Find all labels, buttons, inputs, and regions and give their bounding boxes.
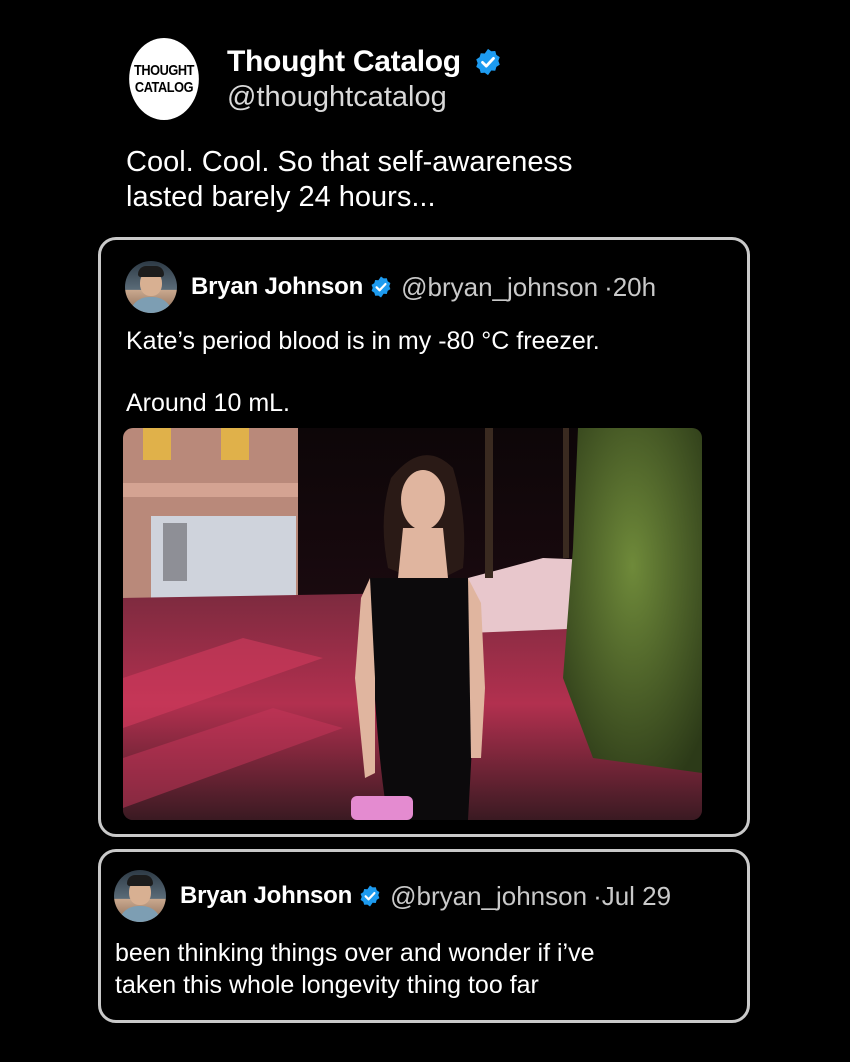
author-names: Thought Catalog @thoughtcatalog <box>227 45 503 114</box>
photo-scene <box>123 428 702 820</box>
quoted-timestamp[interactable]: ·20h <box>604 272 656 303</box>
post-text-line1: Cool. Cool. So that self-awareness <box>126 146 573 178</box>
quoted-tweet-header: Bryan Johnson @bryan_johnson ·Jul 29 <box>114 870 671 922</box>
quoted-tweet-1[interactable]: Bryan Johnson @bryan_johnson ·20h Kate’s… <box>98 237 750 837</box>
display-name-row: Thought Catalog <box>227 45 503 79</box>
logo-line2: CATALOG <box>134 79 194 96</box>
quoted-text-line1: been thinking things over and wonder if … <box>115 939 595 967</box>
quoted-tweet-header: Bryan Johnson @bryan_johnson ·20h <box>125 261 656 313</box>
quoted-author-name[interactable]: Bryan Johnson <box>191 273 363 301</box>
quoted-timestamp[interactable]: ·Jul 29 <box>593 881 671 912</box>
quoted-author-name[interactable]: Bryan Johnson <box>180 882 352 910</box>
avatar[interactable] <box>114 870 166 922</box>
post-header: THOUGHT CATALOG Thought Catalog @thought… <box>123 38 503 120</box>
verified-badge-icon <box>360 885 380 907</box>
quoted-text-line2: Around 10 mL. <box>126 389 290 417</box>
quoted-author-handle[interactable]: @bryan_johnson <box>401 272 598 303</box>
tweet-photo[interactable] <box>123 428 702 820</box>
logo-line1: THOUGHT <box>133 62 195 79</box>
verified-badge-icon <box>476 48 500 75</box>
avatar[interactable] <box>125 261 177 313</box>
quoted-text-line1: Kate’s period blood is in my -80 °C free… <box>126 327 600 355</box>
thought-catalog-logo[interactable]: THOUGHT CATALOG <box>129 38 199 120</box>
author-handle[interactable]: @thoughtcatalog <box>227 81 503 114</box>
post-text-line2: lasted barely 24 hours... <box>126 181 436 213</box>
verified-badge-icon <box>371 276 391 298</box>
quoted-author-handle[interactable]: @bryan_johnson <box>390 881 587 912</box>
post-text: Cool. Cool. So that self-awareness laste… <box>126 145 726 215</box>
quoted-tweet-2[interactable]: Bryan Johnson @bryan_johnson ·Jul 29 bee… <box>98 849 750 1023</box>
quoted-text-line2: taken this whole longevity thing too far <box>115 971 539 999</box>
display-name[interactable]: Thought Catalog <box>227 45 461 79</box>
